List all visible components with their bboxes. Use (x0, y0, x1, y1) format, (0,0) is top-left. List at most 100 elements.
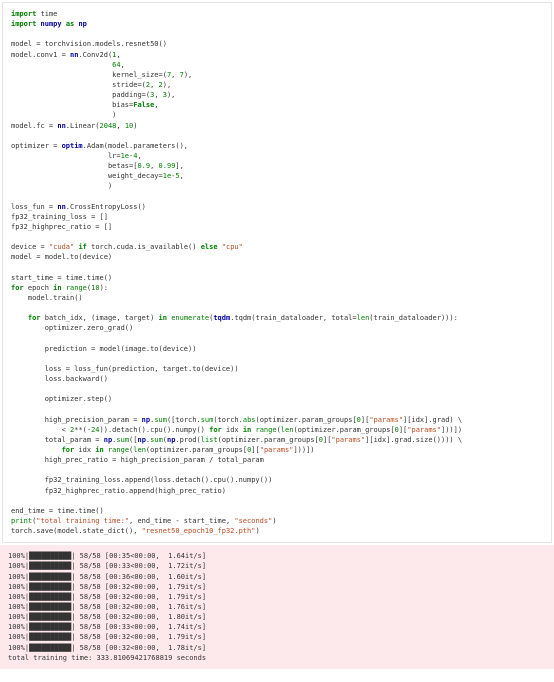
s: "total training time:" (36, 517, 129, 525)
pad (11, 436, 45, 444)
t: , end_time - start_time, (129, 517, 234, 525)
t: ) (133, 122, 137, 130)
t: high_precision_param = (45, 416, 142, 424)
pad (11, 476, 45, 484)
t: torch.cuda.is_available() (87, 243, 201, 251)
t: high_prec_ratio = high_precision_param /… (45, 456, 264, 464)
pad (11, 416, 45, 424)
t: device = (11, 243, 49, 251)
mod-numpy: numpy (41, 20, 62, 28)
pad (11, 487, 45, 495)
t: prediction = model(image.to(device)) (45, 345, 197, 353)
n: 2048 (100, 122, 117, 130)
t: ]))]) (441, 426, 462, 434)
s: "resnet50_epoch10_fp32.pth" (142, 527, 256, 535)
pad (11, 172, 108, 180)
t: idx (222, 426, 243, 434)
t: batch_idx, (image, target) (41, 314, 159, 322)
pad (11, 395, 45, 403)
tqdm: tqdm (213, 314, 230, 322)
t: ), (184, 71, 192, 79)
np: np (104, 436, 112, 444)
n: 64 (112, 61, 120, 69)
pad (11, 365, 45, 373)
t: epoch (24, 284, 54, 292)
n: 24 (91, 426, 99, 434)
t: < (62, 426, 70, 434)
np: np (142, 416, 150, 424)
t: model.train() (28, 294, 83, 302)
line: model = model.to(device) (11, 253, 112, 261)
t: , (150, 81, 158, 89)
t: .Conv2d( (78, 51, 112, 59)
t: optimizer = (11, 142, 62, 150)
t: , (154, 91, 162, 99)
sum: sum (116, 436, 129, 444)
t: ][idx].grad) \ (403, 416, 462, 424)
pad (11, 375, 45, 383)
t: (torch. (213, 416, 243, 424)
pad (11, 182, 108, 190)
line: end_time = time.time() (11, 507, 104, 515)
t: ][ (251, 446, 259, 454)
kw-import: import (11, 10, 36, 18)
sum: sum (154, 416, 167, 424)
t: ), (167, 91, 175, 99)
in: in (159, 314, 167, 322)
kw-as: as (66, 20, 74, 28)
pad (11, 91, 112, 99)
t: torch.save(model.state_dict(), (11, 527, 142, 535)
t: loss = loss_fun(prediction, target.to(de… (45, 365, 239, 373)
s: "params" (369, 416, 403, 424)
list: list (201, 436, 218, 444)
for: for (28, 314, 41, 322)
t: kernel_size=( (112, 71, 167, 79)
pad (11, 111, 112, 119)
pad (11, 324, 45, 332)
t: ]))]) (293, 446, 314, 454)
t: , (137, 152, 141, 160)
s: "params" (331, 436, 365, 444)
pad (11, 314, 28, 322)
t: ) (272, 517, 276, 525)
line: fp32_training_loss = [] (11, 213, 108, 221)
s: "cuda" (49, 243, 74, 251)
range: range (66, 284, 87, 292)
for: for (62, 446, 75, 454)
t: padding=( (112, 91, 150, 99)
pad (11, 152, 108, 160)
t: , (116, 51, 120, 59)
t: ) (255, 527, 259, 535)
t: ) (112, 111, 116, 119)
abs: abs (243, 416, 256, 424)
line: model = torchvision.models.resnet50() (11, 40, 167, 48)
if: if (78, 243, 86, 251)
line: model.conv1 = (11, 51, 70, 59)
pad (11, 426, 62, 434)
false: False (133, 101, 154, 109)
t: ) (108, 182, 112, 190)
t: ), (163, 81, 171, 89)
t: .prod( (175, 436, 200, 444)
t: optimizer.step() (45, 395, 112, 403)
alias-np: np (78, 20, 86, 28)
len: len (133, 446, 146, 454)
n: 1e-4 (121, 152, 138, 160)
code-cell[interactable]: import time import numpy as np model = t… (3, 3, 551, 542)
s: "params" (260, 446, 294, 454)
pad (11, 162, 108, 170)
t: stride=( (112, 81, 146, 89)
t: ][idx].grad.size()))) \ (365, 436, 462, 444)
pad (11, 71, 112, 79)
pad (11, 61, 112, 69)
range: range (108, 446, 129, 454)
sum: sum (150, 436, 163, 444)
t: total_param = (45, 436, 104, 444)
n: 10 (125, 122, 133, 130)
pad (11, 446, 62, 454)
line: start_time = time.time() (11, 274, 112, 282)
t: .Linear( (66, 122, 100, 130)
s: "params" (407, 426, 441, 434)
t: model.fc = (11, 122, 57, 130)
pad (11, 294, 28, 302)
